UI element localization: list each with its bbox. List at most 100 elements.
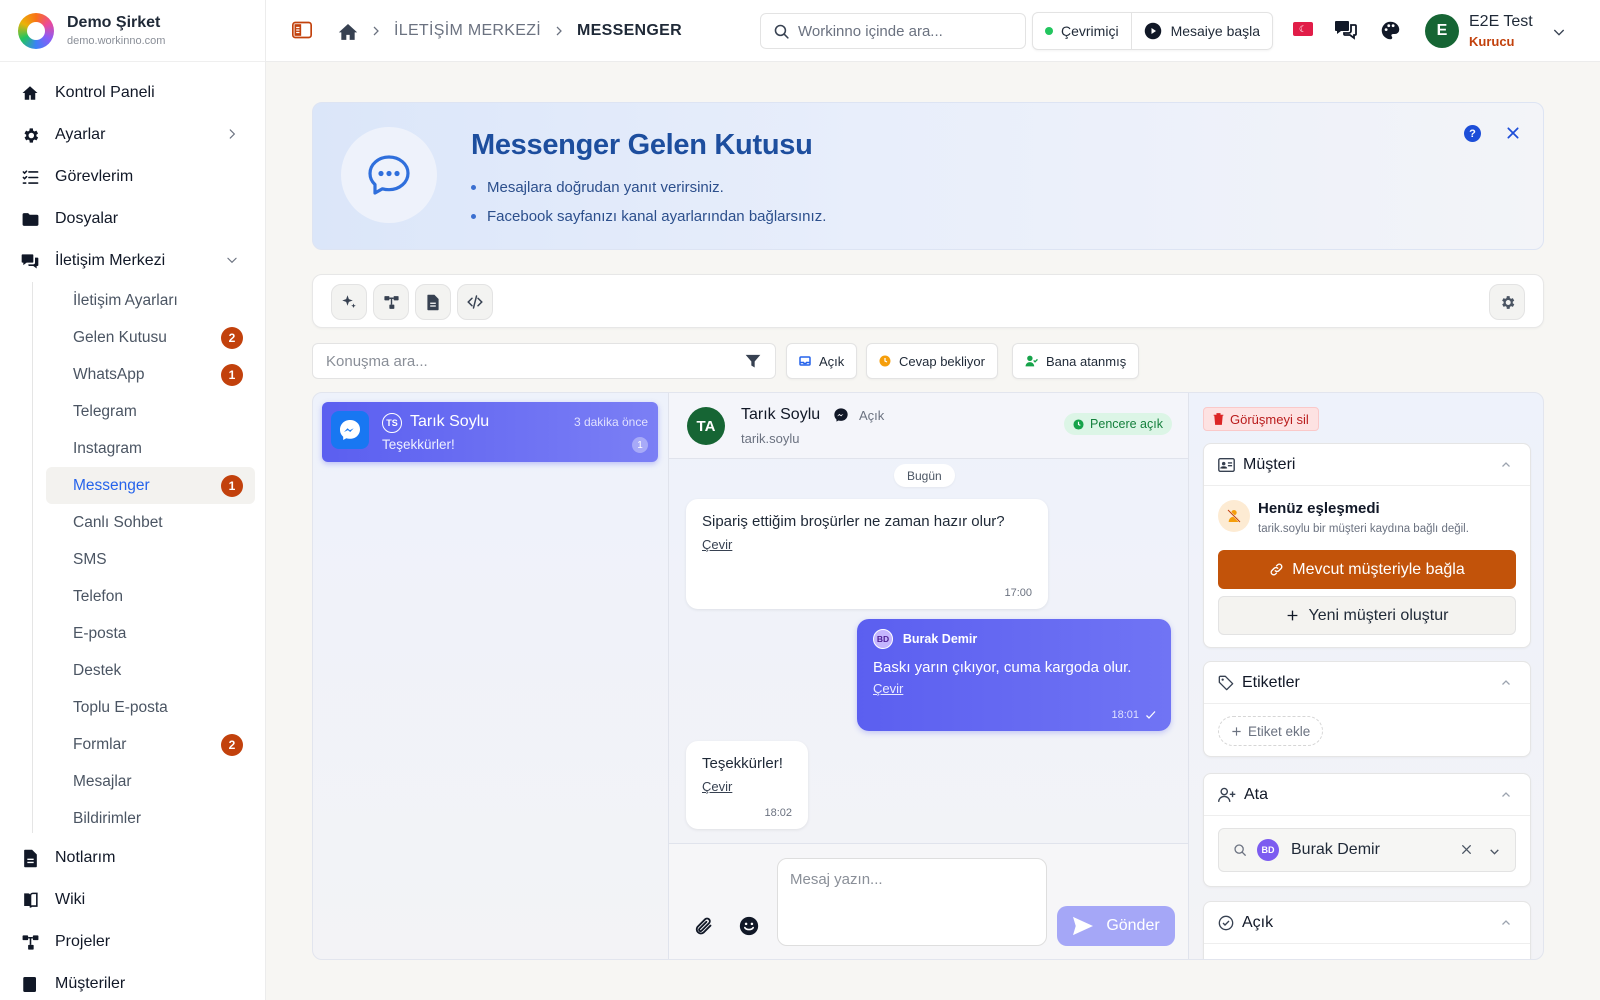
filter-chip-assigned-to-me[interactable]: Bana atanmış bbox=[1012, 343, 1140, 379]
sidebar-item-tasks[interactable]: Görevlerim bbox=[0, 156, 265, 198]
sidebar-subitem-notifications[interactable]: Bildirimler bbox=[46, 800, 255, 837]
sidebar-subitem-instagram[interactable]: Instagram bbox=[46, 430, 255, 467]
plus-icon bbox=[1286, 609, 1299, 622]
create-customer-button[interactable]: Yeni müşteri oluştur bbox=[1218, 596, 1516, 635]
conversation-search-input[interactable] bbox=[326, 352, 726, 370]
chat-header: TA Tarık Soylu Açık tarik.soylu Pencere … bbox=[669, 393, 1188, 459]
sidebar-subitem-forms[interactable]: Formlar 2 bbox=[46, 726, 255, 763]
sidebar-item-wiki[interactable]: Wiki bbox=[0, 879, 265, 921]
chevron-up-icon[interactable] bbox=[1500, 677, 1512, 689]
workflow-button[interactable] bbox=[373, 284, 409, 320]
clear-icon[interactable] bbox=[1460, 843, 1473, 856]
conversation-preview: Teşekkürler! bbox=[382, 437, 455, 452]
translate-link[interactable]: Çevir bbox=[702, 779, 732, 794]
messenger-chat-icon bbox=[341, 127, 437, 223]
delete-conversation-button[interactable]: Görüşmeyi sil bbox=[1203, 407, 1319, 431]
filter-chip-awaiting-reply[interactable]: Cevap bekliyor bbox=[866, 343, 998, 379]
code-button[interactable] bbox=[457, 284, 493, 320]
sidebar-subitem-phone[interactable]: Telefon bbox=[46, 578, 255, 615]
chevron-up-icon[interactable] bbox=[1500, 917, 1512, 929]
messenger-icon bbox=[833, 407, 849, 423]
send-button[interactable]: Gönder bbox=[1057, 906, 1175, 946]
sidebar-item-label: Müşteriler bbox=[55, 975, 126, 992]
message-text: Baskı yarın çıkıyor, cuma kargoda olur. bbox=[873, 659, 1132, 676]
assignee-avatar: BD bbox=[1257, 839, 1279, 861]
sidebar-item-communication[interactable]: İletişim Merkezi bbox=[0, 240, 265, 282]
sidebar-subitem-live-chat[interactable]: Canlı Sohbet bbox=[46, 504, 255, 541]
inbox-settings-button[interactable] bbox=[1489, 284, 1525, 320]
customer-card: Müşteri Henüz eşleşmedi tarik.soylu bir … bbox=[1203, 443, 1531, 648]
conversation-search[interactable] bbox=[312, 343, 776, 379]
subitem-label: Toplu E-posta bbox=[73, 698, 168, 716]
template-button[interactable] bbox=[415, 284, 451, 320]
sidebar-item-notes[interactable]: Notlarım bbox=[0, 837, 265, 879]
global-search-input[interactable] bbox=[798, 22, 998, 40]
message-time: 18:02 bbox=[764, 807, 792, 819]
chat-bubbles-icon[interactable] bbox=[1334, 19, 1358, 41]
book-icon bbox=[20, 890, 40, 910]
breadcrumb-item[interactable]: İLETİŞİM MERKEZİ bbox=[394, 22, 541, 40]
sidebar-subitem-communication-settings[interactable]: İletişim Ayarları bbox=[46, 282, 255, 319]
close-icon[interactable] bbox=[1505, 125, 1521, 141]
brand-domain: demo.workinno.com bbox=[67, 35, 166, 47]
link-existing-customer-label: Mevcut müşteriyle bağla bbox=[1292, 560, 1465, 578]
subitem-label: Canlı Sohbet bbox=[73, 513, 163, 531]
chevron-up-icon[interactable] bbox=[1500, 789, 1512, 801]
sidebar-subitem-telegram[interactable]: Telegram bbox=[46, 393, 255, 430]
sidebar-item-projects[interactable]: Projeler bbox=[0, 921, 265, 963]
palette-icon[interactable] bbox=[1380, 20, 1401, 41]
plus-icon bbox=[1231, 726, 1242, 737]
chevron-up-icon[interactable] bbox=[1500, 459, 1512, 471]
card-title: Müşteri bbox=[1243, 455, 1296, 473]
sidebar-subitem-inbox[interactable]: Gelen Kutusu 2 bbox=[46, 319, 255, 356]
contact-avatar: TA bbox=[687, 407, 725, 445]
conversation-item[interactable]: TS Tarık Soylu 3 dakika önce Teşekkürler… bbox=[322, 402, 658, 462]
filter-chip-label: Açık bbox=[819, 353, 845, 369]
assignee-select[interactable]: BD Burak Demir bbox=[1218, 828, 1516, 872]
brand[interactable]: Demo Şirket demo.workinno.com bbox=[0, 0, 265, 62]
sidebar-subitem-messenger[interactable]: Messenger 1 bbox=[46, 467, 255, 504]
link-existing-customer-button[interactable]: Mevcut müşteriyle bağla bbox=[1218, 550, 1516, 589]
sidebar-subitem-messages[interactable]: Mesajlar bbox=[46, 763, 255, 800]
assign-card-header[interactable]: Ata bbox=[1204, 774, 1530, 816]
sidebar-subitem-email[interactable]: E-posta bbox=[46, 615, 255, 652]
ai-sparkle-button[interactable] bbox=[331, 284, 367, 320]
address-book-icon bbox=[20, 974, 40, 994]
global-search[interactable] bbox=[760, 13, 1026, 49]
filter-icon[interactable] bbox=[731, 344, 775, 378]
status-card-header[interactable]: Açık bbox=[1204, 902, 1530, 944]
home-icon[interactable] bbox=[338, 22, 358, 41]
start-shift-button[interactable]: Mesaiye başla bbox=[1132, 13, 1273, 49]
sidebar-item-files[interactable]: Dosyalar bbox=[0, 198, 265, 240]
subitem-label: İletişim Ayarları bbox=[73, 291, 178, 309]
message-input[interactable] bbox=[777, 858, 1047, 946]
customer-card-header[interactable]: Müşteri bbox=[1204, 444, 1530, 486]
user-name[interactable]: E2E Test bbox=[1469, 13, 1533, 31]
contact-name: Tarık Soylu bbox=[741, 406, 821, 423]
user-avatar[interactable]: E bbox=[1425, 14, 1459, 48]
add-tag-button[interactable]: Etiket ekle bbox=[1218, 716, 1324, 746]
sidebar-item-settings[interactable]: Ayarlar bbox=[0, 114, 265, 156]
translate-link[interactable]: Çevir bbox=[702, 537, 732, 552]
sidebar-item-customers[interactable]: Müşteriler bbox=[0, 963, 265, 1000]
emoji-icon[interactable] bbox=[739, 916, 759, 936]
filter-chip-open[interactable]: Açık bbox=[786, 343, 858, 379]
online-status-button[interactable]: Çevrimiçi bbox=[1033, 13, 1132, 49]
inbox-icon bbox=[799, 355, 811, 367]
chevron-down-icon bbox=[225, 253, 239, 267]
help-icon[interactable]: ? bbox=[1464, 125, 1481, 142]
sidebar-subitem-sms[interactable]: SMS bbox=[46, 541, 255, 578]
chevron-down-icon[interactable] bbox=[1488, 845, 1501, 858]
paperclip-icon[interactable] bbox=[693, 916, 713, 936]
sidebar-subitem-support[interactable]: Destek bbox=[46, 652, 255, 689]
language-flag-icon[interactable]: ☾ bbox=[1293, 22, 1313, 36]
sidebar-subitem-bulk-email[interactable]: Toplu E-posta bbox=[46, 689, 255, 726]
sidebar-item-dashboard[interactable]: Kontrol Paneli bbox=[0, 72, 265, 114]
sidebar-subitem-whatsapp[interactable]: WhatsApp 1 bbox=[46, 356, 255, 393]
translate-link[interactable]: Çevir bbox=[873, 681, 903, 696]
tags-card-header[interactable]: Etiketler bbox=[1204, 662, 1530, 704]
clock-icon bbox=[879, 355, 891, 367]
tags-card: Etiketler Etiket ekle bbox=[1203, 661, 1531, 757]
chevron-down-icon[interactable] bbox=[1551, 24, 1567, 40]
sidebar-toggle-icon[interactable] bbox=[292, 21, 312, 39]
